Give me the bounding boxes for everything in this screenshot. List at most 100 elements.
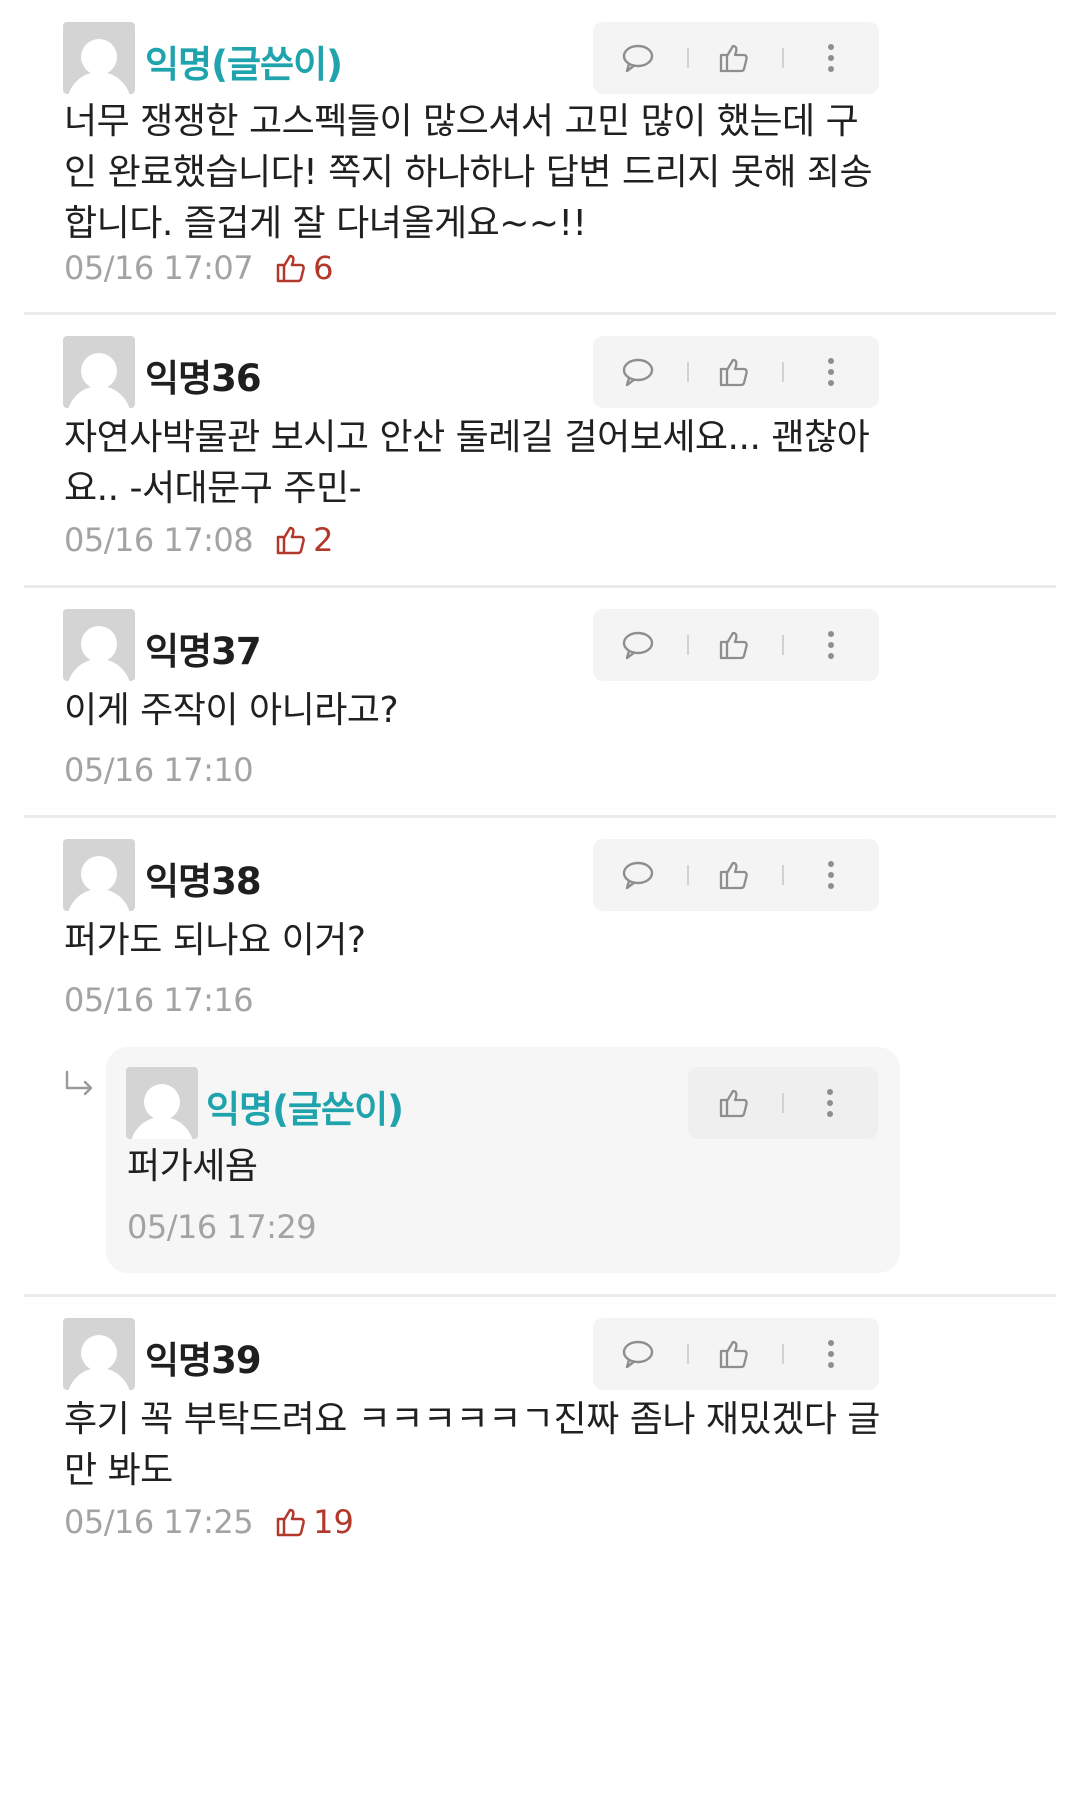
avatar bbox=[126, 1067, 198, 1139]
reply-button[interactable] bbox=[602, 609, 674, 681]
reply-text: 퍼가세욤 bbox=[127, 1146, 258, 1187]
comment-text: 너무 쟁쟁한 고스펙들이 많으셔서 고민 많이 했는데 구인 완료했습니다! 쪽… bbox=[64, 101, 873, 244]
action-separator bbox=[687, 362, 689, 382]
comment-text: 자연사박물관 보시고 안산 둘레길 걸어보세요... 괜찮아요.. -서대문구 … bbox=[64, 417, 870, 509]
comment-actions bbox=[593, 336, 879, 408]
comment-icon bbox=[622, 358, 654, 387]
action-separator bbox=[782, 362, 784, 382]
reply-button[interactable] bbox=[602, 1318, 674, 1390]
comment-author: 익명(글쓴이) bbox=[145, 43, 343, 86]
reply-meta: 05/16 17:29 bbox=[127, 1207, 317, 1247]
comment-timestamp: 05/16 17:10 bbox=[64, 751, 254, 789]
more-options-button[interactable] bbox=[795, 1318, 867, 1390]
avatar bbox=[63, 1318, 135, 1390]
like-count: 19 bbox=[275, 1503, 354, 1541]
more-vertical-icon bbox=[828, 1340, 834, 1368]
action-separator bbox=[782, 1344, 784, 1364]
comment-actions bbox=[593, 22, 879, 94]
reply-button[interactable] bbox=[602, 336, 674, 408]
like-button[interactable] bbox=[698, 336, 770, 408]
thumbs-up-icon bbox=[276, 1508, 305, 1537]
thumbs-up-icon bbox=[276, 526, 305, 555]
avatar bbox=[63, 839, 135, 911]
reply-timestamp: 05/16 17:29 bbox=[127, 1208, 317, 1246]
comment-actions bbox=[593, 1318, 879, 1390]
comment-item: 익명37 이게 주작이 아니라고? 05/16 17:10 bbox=[0, 609, 1080, 819]
reply-button[interactable] bbox=[602, 839, 674, 911]
comment-meta: 05/16 17:08 2 bbox=[64, 520, 333, 560]
like-count-value: 6 bbox=[313, 249, 334, 287]
reply-actions bbox=[688, 1067, 878, 1139]
comment-timestamp: 05/16 17:08 bbox=[64, 521, 254, 559]
more-vertical-icon bbox=[828, 631, 834, 659]
thumbs-up-icon bbox=[719, 1089, 748, 1118]
comment-timestamp: 05/16 17:16 bbox=[64, 981, 254, 1019]
like-count-value: 2 bbox=[313, 521, 334, 559]
comment-icon bbox=[622, 1340, 654, 1369]
comment-icon bbox=[622, 861, 654, 890]
comment-icon bbox=[622, 44, 654, 73]
comment-author: 익명39 bbox=[145, 1339, 262, 1382]
comment-timestamp: 05/16 17:07 bbox=[64, 249, 254, 287]
more-vertical-icon bbox=[827, 1089, 833, 1117]
comment-meta: 05/16 17:10 bbox=[64, 750, 254, 790]
like-button[interactable] bbox=[698, 1067, 770, 1139]
reply-item: 익명(글쓴이) 퍼가세욤 05/16 17:29 bbox=[106, 1047, 900, 1273]
avatar bbox=[63, 336, 135, 408]
comment-text: 후기 꼭 부탁드려요 ㅋㅋㅋㅋㅋㄱ진짜 좀나 재밌겠다 글만 봐도 bbox=[64, 1399, 880, 1491]
more-vertical-icon bbox=[828, 358, 834, 386]
action-separator bbox=[782, 635, 784, 655]
action-separator bbox=[687, 865, 689, 885]
avatar bbox=[63, 22, 135, 94]
comment-author: 익명36 bbox=[145, 357, 262, 400]
more-options-button[interactable] bbox=[795, 22, 867, 94]
action-separator bbox=[782, 48, 784, 68]
like-count: 2 bbox=[275, 521, 333, 559]
comment-text: 퍼가도 되나요 이거? bbox=[64, 920, 366, 961]
like-button[interactable] bbox=[698, 1318, 770, 1390]
comment-author: 익명37 bbox=[145, 630, 262, 673]
more-options-button[interactable] bbox=[795, 336, 867, 408]
comment-item: 익명36 자연사박물관 보시고 안산 둘레길 걸어보세요... 괜찮아요.. -… bbox=[0, 336, 1080, 586]
comment-icon bbox=[622, 631, 654, 660]
action-separator bbox=[687, 48, 689, 68]
more-options-button[interactable] bbox=[794, 1067, 866, 1139]
like-count: 6 bbox=[275, 249, 333, 287]
reply-button[interactable] bbox=[602, 22, 674, 94]
action-separator bbox=[782, 1093, 784, 1113]
comment-actions bbox=[593, 609, 879, 681]
avatar bbox=[63, 609, 135, 681]
comment-item: 익명39 후기 꼭 부탁드려요 ㅋㅋㅋㅋㅋㄱ진짜 좀나 재밌겠다 글만 봐도 0… bbox=[0, 1318, 1080, 1558]
more-options-button[interactable] bbox=[795, 839, 867, 911]
comment-divider bbox=[24, 1294, 1056, 1297]
comment-divider bbox=[24, 815, 1056, 818]
comment-divider bbox=[24, 312, 1056, 315]
comment-item: 익명38 퍼가도 되나요 이거? 05/16 17:16 bbox=[0, 839, 1080, 1039]
comment-divider bbox=[24, 585, 1056, 588]
comment-meta: 05/16 17:07 6 bbox=[64, 248, 333, 288]
more-vertical-icon bbox=[828, 44, 834, 72]
thumbs-up-icon bbox=[719, 631, 748, 660]
like-button[interactable] bbox=[698, 609, 770, 681]
like-button[interactable] bbox=[698, 839, 770, 911]
thumbs-up-icon bbox=[719, 358, 748, 387]
comment-item: 익명(글쓴이) 너무 쟁쟁한 고스펙들이 많으셔서 고민 많이 했는데 구인 완… bbox=[0, 0, 1080, 320]
action-separator bbox=[687, 1344, 689, 1364]
more-vertical-icon bbox=[828, 861, 834, 889]
thumbs-up-icon bbox=[719, 1340, 748, 1369]
like-count-value: 19 bbox=[313, 1503, 354, 1541]
reply-author: 익명(글쓴이) bbox=[206, 1088, 404, 1131]
comment-meta: 05/16 17:25 19 bbox=[64, 1502, 354, 1542]
reply-arrow-icon bbox=[65, 1070, 93, 1096]
action-separator bbox=[687, 635, 689, 655]
action-separator bbox=[782, 865, 784, 885]
thumbs-up-icon bbox=[719, 861, 748, 890]
comment-text: 이게 주작이 아니라고? bbox=[64, 690, 399, 731]
comment-actions bbox=[593, 839, 879, 911]
like-button[interactable] bbox=[698, 22, 770, 94]
comment-timestamp: 05/16 17:25 bbox=[64, 1503, 254, 1541]
comment-meta: 05/16 17:16 bbox=[64, 980, 254, 1020]
thumbs-up-icon bbox=[276, 254, 305, 283]
comment-author: 익명38 bbox=[145, 860, 262, 903]
more-options-button[interactable] bbox=[795, 609, 867, 681]
